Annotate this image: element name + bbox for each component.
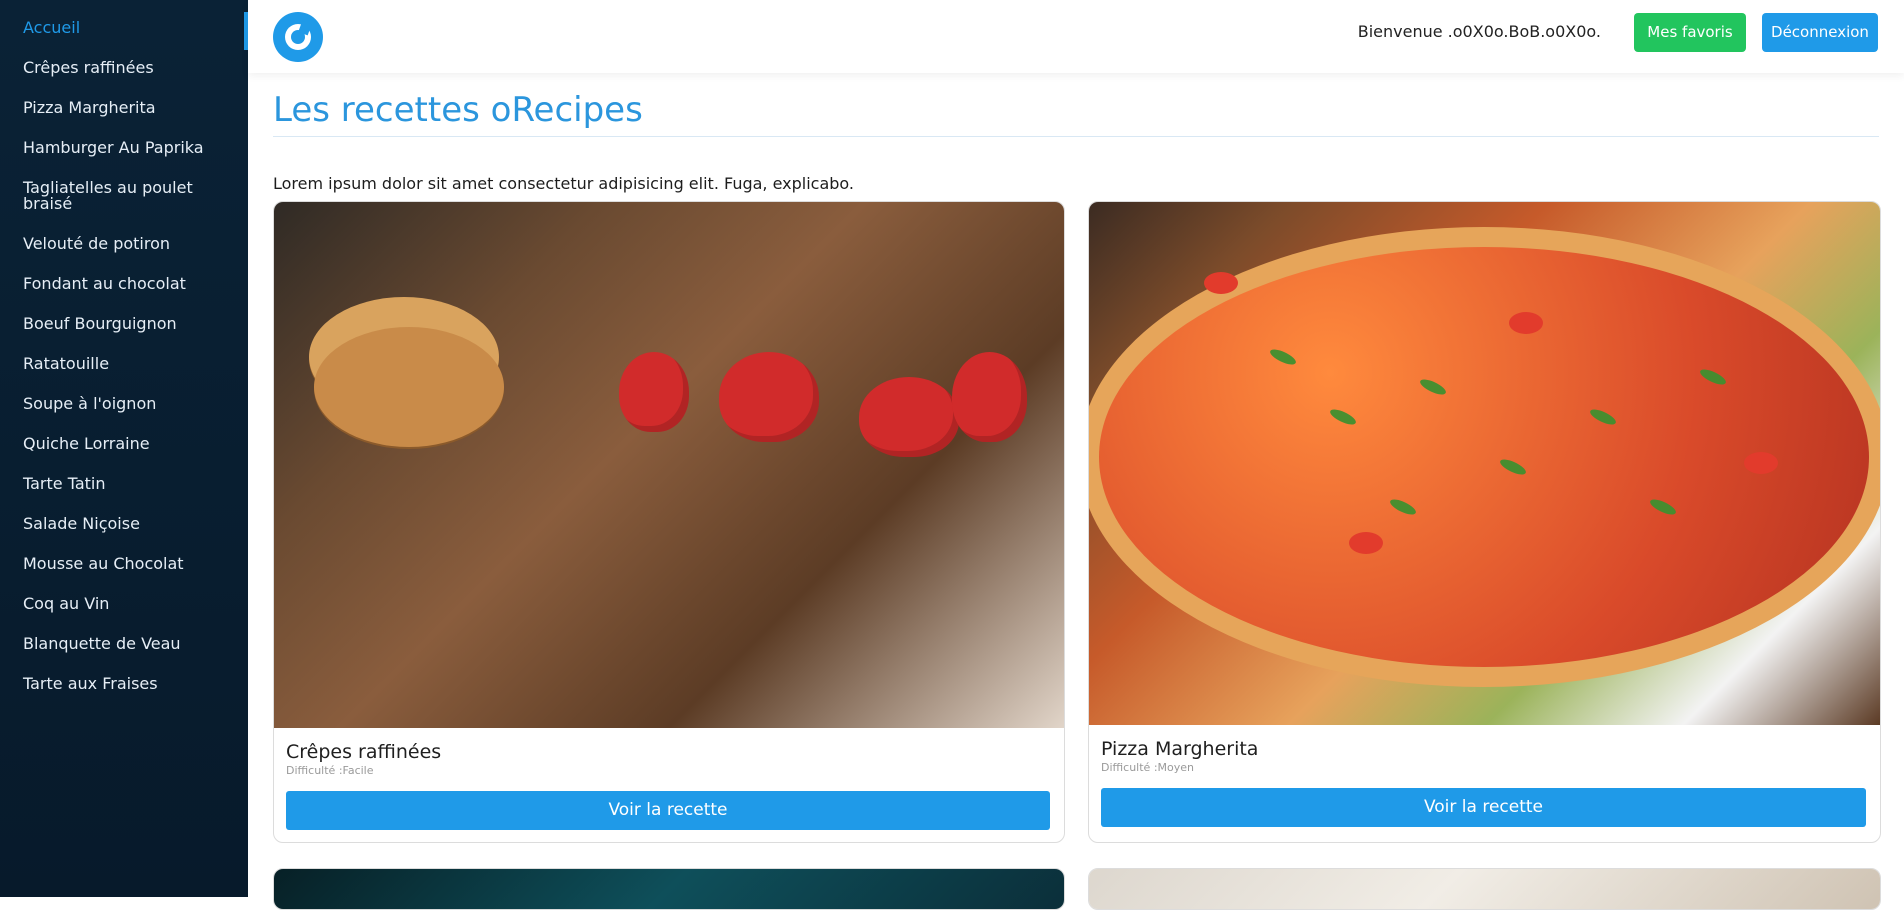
tomato-icon [1509, 312, 1543, 334]
sidebar-nav: Accueil Crêpes raffinées Pizza Margherit… [0, 0, 248, 692]
title-divider [273, 136, 1879, 137]
sidebar-item-mousse-au-chocolat[interactable]: Mousse au Chocolat [0, 556, 248, 572]
sidebar-item-tagliatelles-au-poulet-braise[interactable]: Tagliatelles au poulet braisé [0, 180, 248, 212]
recipe-photo-4 [1089, 869, 1880, 909]
sidebar-item-pizza-margherita[interactable]: Pizza Margherita [0, 100, 248, 116]
crepes-photo [274, 202, 1064, 728]
top-header: Bienvenue .o0X0o.BoB.o0X0o. Mes favoris … [248, 0, 1904, 73]
sidebar-item-ratatouille[interactable]: Ratatouille [0, 356, 248, 372]
sidebar-item-quiche-lorraine[interactable]: Quiche Lorraine [0, 436, 248, 452]
page-title: Les recettes oRecipes [273, 90, 643, 130]
sidebar-item-accueil[interactable]: Accueil [0, 20, 248, 36]
strawberry-icon [719, 352, 819, 442]
sidebar-item-coq-au-vin[interactable]: Coq au Vin [0, 596, 248, 612]
view-recipe-button[interactable]: Voir la recette [286, 791, 1050, 830]
orecipes-logo-icon[interactable] [273, 12, 323, 62]
sidebar: Accueil Crêpes raffinées Pizza Margherit… [0, 0, 248, 897]
intro-text: Lorem ipsum dolor sit amet consectetur a… [273, 174, 855, 193]
recipe-card [273, 868, 1065, 910]
sidebar-item-blanquette-de-veau[interactable]: Blanquette de Veau [0, 636, 248, 652]
strawberry-icon [619, 352, 689, 432]
card-title: Pizza Margherita [1101, 738, 1259, 760]
tomato-icon [1744, 452, 1778, 474]
view-recipe-button[interactable]: Voir la recette [1101, 788, 1866, 827]
sidebar-item-boeuf-bourguignon[interactable]: Boeuf Bourguignon [0, 316, 248, 332]
tomato-icon [1349, 532, 1383, 554]
recipe-card: Pizza Margherita Difficulté :Moyen Voir … [1088, 201, 1881, 843]
tomato-icon [1204, 272, 1238, 294]
sidebar-item-tarte-aux-fraises[interactable]: Tarte aux Fraises [0, 676, 248, 692]
strawberry-icon [952, 352, 1027, 442]
card-difficulty: Difficulté :Moyen [1101, 761, 1194, 774]
card-title: Crêpes raffinées [286, 741, 442, 763]
recipe-card [1088, 868, 1881, 910]
sidebar-item-fondant-au-chocolat[interactable]: Fondant au chocolat [0, 276, 248, 292]
card-difficulty: Difficulté :Facile [286, 764, 374, 777]
sidebar-item-salade-nicoise[interactable]: Salade Niçoise [0, 516, 248, 532]
pancake-stack [314, 327, 504, 447]
pizza-photo [1089, 202, 1880, 725]
recipe-photo-3 [274, 869, 1064, 909]
recipe-card: Crêpes raffinées Difficulté :Facile Voir… [273, 201, 1065, 843]
logout-button[interactable]: Déconnexion [1762, 13, 1878, 52]
sidebar-item-soupe-a-l-oignon[interactable]: Soupe à l'oignon [0, 396, 248, 412]
sidebar-item-tarte-tatin[interactable]: Tarte Tatin [0, 476, 248, 492]
sidebar-item-crepes-raffinees[interactable]: Crêpes raffinées [0, 60, 248, 76]
sidebar-item-veloute-de-potiron[interactable]: Velouté de potiron [0, 236, 248, 252]
strawberry-icon [859, 377, 959, 457]
favorites-button[interactable]: Mes favoris [1634, 13, 1746, 52]
sidebar-item-hamburger-au-paprika[interactable]: Hamburger Au Paprika [0, 140, 248, 156]
welcome-text: Bienvenue .o0X0o.BoB.o0X0o. [1357, 22, 1601, 41]
